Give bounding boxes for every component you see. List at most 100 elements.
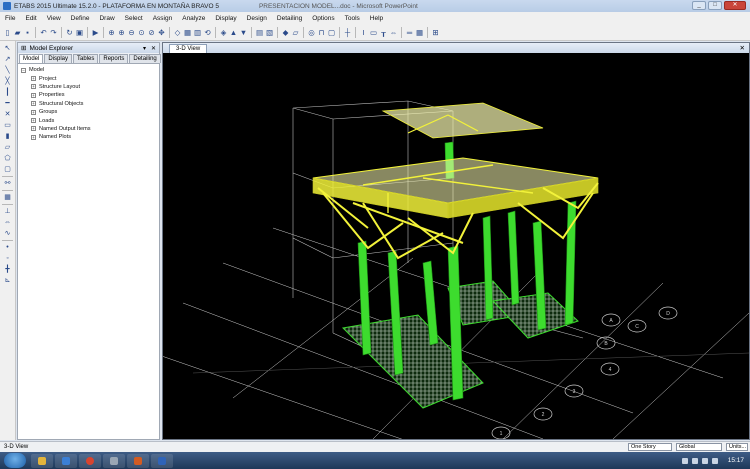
menu-assign[interactable]: Assign: [148, 15, 178, 22]
set-display-icon[interactable]: ▧: [265, 27, 274, 38]
fill-icon[interactable]: ◆: [281, 27, 290, 38]
frame-icon[interactable]: ⊓: [317, 27, 326, 38]
wall-icon[interactable]: ▮: [2, 132, 13, 141]
opening-icon[interactable]: ▢: [2, 165, 13, 174]
expand-icon[interactable]: +: [31, 118, 36, 124]
tree-item[interactable]: + Properties: [21, 91, 156, 99]
tab-3d-view[interactable]: 3-D View: [169, 44, 208, 53]
rect-area-icon[interactable]: ▭: [2, 121, 13, 130]
object-shrink-icon[interactable]: ▤: [255, 27, 264, 38]
coord-system-select[interactable]: Global: [676, 443, 722, 451]
view-close-icon[interactable]: ✕: [740, 44, 745, 52]
tendon-icon[interactable]: ∿: [2, 229, 13, 238]
tree-item[interactable]: + Structure Layout: [21, 83, 156, 91]
extrude-icon[interactable]: ▱: [291, 27, 300, 38]
taskbar-etabs[interactable]: [151, 453, 173, 468]
expand-icon[interactable]: +: [31, 84, 36, 90]
tree-item[interactable]: + Project: [21, 74, 156, 82]
elevation-view-icon[interactable]: ▥: [193, 27, 202, 38]
dropdown-icon[interactable]: ▾: [143, 45, 146, 52]
menu-options[interactable]: Options: [307, 15, 339, 22]
snap-mid-icon[interactable]: ◦: [2, 254, 13, 263]
menu-define[interactable]: Define: [66, 15, 95, 22]
taskbar-explorer[interactable]: [31, 453, 53, 468]
menu-analyze[interactable]: Analyze: [177, 15, 210, 22]
tree-item[interactable]: + Groups: [21, 108, 156, 116]
expand-icon[interactable]: +: [31, 134, 36, 140]
minimize-button[interactable]: _: [692, 1, 706, 10]
tab-display[interactable]: Display: [44, 54, 73, 63]
link-icon[interactable]: ⚯: [2, 179, 13, 188]
save-icon[interactable]: ▪: [23, 27, 32, 38]
tray-icon[interactable]: [711, 457, 718, 464]
3d-view-icon[interactable]: ◇: [173, 27, 182, 38]
tray-icon[interactable]: [701, 457, 708, 464]
column-icon[interactable]: ┃: [2, 88, 13, 97]
support-icon[interactable]: ⊥: [2, 207, 13, 216]
reference-line-icon[interactable]: ┼: [343, 27, 352, 38]
poly-icon[interactable]: ⬠: [2, 154, 13, 163]
menu-select[interactable]: Select: [120, 15, 148, 22]
tree-root[interactable]: − Model: [21, 66, 156, 74]
zoom-fit-icon[interactable]: ⊙: [137, 27, 146, 38]
dim-icon[interactable]: ⇔: [389, 27, 398, 38]
menu-tools[interactable]: Tools: [340, 15, 365, 22]
menu-edit[interactable]: Edit: [20, 15, 41, 22]
snap-point-icon[interactable]: •: [2, 243, 13, 252]
tree-item[interactable]: + Named Output Items: [21, 125, 156, 133]
menu-design[interactable]: Design: [242, 15, 272, 22]
rotate-icon[interactable]: ⟲: [203, 27, 212, 38]
snap-perp-icon[interactable]: ⊾: [2, 276, 13, 285]
start-button[interactable]: [4, 453, 26, 468]
expand-icon[interactable]: +: [31, 92, 36, 98]
expand-icon[interactable]: +: [31, 76, 36, 82]
object-icon[interactable]: ◎: [307, 27, 316, 38]
menu-display[interactable]: Display: [210, 15, 241, 22]
tree-item[interactable]: + Structural Objects: [21, 100, 156, 108]
tab-detailing[interactable]: Detailing: [129, 54, 161, 63]
menu-detailing[interactable]: Detailing: [272, 15, 307, 22]
cross-brace-icon[interactable]: ✕: [2, 110, 13, 119]
line-style-icon[interactable]: ═: [405, 27, 414, 38]
maximize-button[interactable]: □: [708, 1, 722, 10]
expand-icon[interactable]: +: [31, 109, 36, 115]
pointer-icon[interactable]: ↖: [2, 44, 13, 53]
taskbar-chrome[interactable]: [79, 453, 101, 468]
zoom-in-icon[interactable]: ⊕: [117, 27, 126, 38]
zoom-prev-icon[interactable]: ⊘: [147, 27, 156, 38]
tray-icon[interactable]: [681, 457, 688, 464]
tab-reports[interactable]: Reports: [99, 54, 129, 63]
taskbar-powerpoint[interactable]: [127, 453, 149, 468]
dimension-icon[interactable]: ⇔: [2, 218, 13, 227]
brace-icon[interactable]: ╳: [2, 77, 13, 86]
zoom-window-icon[interactable]: ⊕: [107, 27, 116, 38]
box-icon[interactable]: ▭: [369, 27, 378, 38]
zoom-out-icon[interactable]: ⊖: [127, 27, 136, 38]
refresh-icon[interactable]: ↻: [65, 27, 74, 38]
run-icon[interactable]: ▶: [91, 27, 100, 38]
collapse-icon[interactable]: −: [21, 67, 26, 73]
menu-file[interactable]: File: [0, 15, 20, 22]
menu-help[interactable]: Help: [365, 15, 388, 22]
split-icon[interactable]: ⊞: [431, 27, 440, 38]
snap-intersection-icon[interactable]: ╋: [2, 265, 13, 274]
text-icon[interactable]: I: [359, 27, 368, 38]
tray-icon[interactable]: [691, 457, 698, 464]
lock-icon[interactable]: ▣: [75, 27, 84, 38]
section-icon[interactable]: ┰: [379, 27, 388, 38]
story-select[interactable]: One Story: [628, 443, 672, 451]
menu-view[interactable]: View: [42, 15, 66, 22]
pin-icon[interactable]: ⊞: [21, 44, 26, 52]
close-button[interactable]: ✕: [724, 1, 746, 10]
beam-icon[interactable]: ━: [2, 99, 13, 108]
taskbar-clock[interactable]: 15:17: [728, 457, 744, 464]
tab-model[interactable]: Model: [19, 54, 44, 63]
menu-draw[interactable]: Draw: [94, 15, 119, 22]
down-icon[interactable]: ▼: [239, 27, 248, 38]
units-button[interactable]: Units...: [726, 443, 748, 451]
taskbar-media[interactable]: [55, 453, 77, 468]
perspective-icon[interactable]: ◈: [219, 27, 228, 38]
shell-icon[interactable]: ▢: [327, 27, 336, 38]
tree-item[interactable]: + Named Plots: [21, 133, 156, 141]
redo-icon[interactable]: ↷: [49, 27, 58, 38]
